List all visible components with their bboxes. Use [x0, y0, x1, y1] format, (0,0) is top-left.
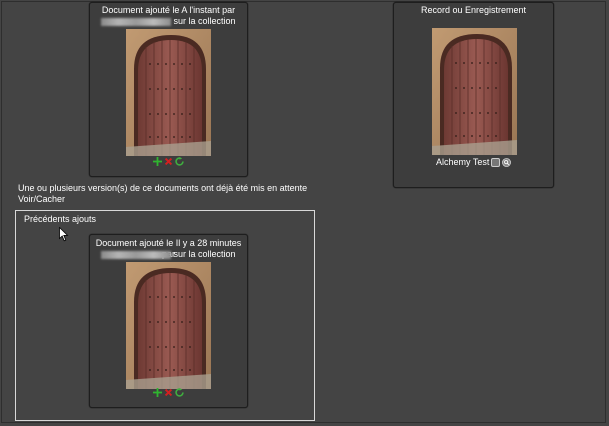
record-title: Record ou Enregistrement	[420, 5, 527, 15]
add-icon[interactable]	[153, 157, 162, 166]
previous-additions-title: Précédents ajouts	[24, 214, 97, 224]
redacted-user	[101, 17, 172, 26]
pending-notice: Une ou plusieurs version(s) de ce docume…	[18, 183, 308, 193]
zoom-icon[interactable]	[502, 157, 512, 167]
delete-icon[interactable]	[164, 388, 173, 397]
record-card: Record ou Enregistrement Alchemy Test	[393, 2, 554, 188]
toggle-link[interactable]: Voir/Cacher	[18, 194, 65, 205]
previous-document-card: Document ajouté le Il y a 28 minutes par…	[89, 234, 248, 408]
record-label: Alchemy Test	[436, 157, 490, 167]
refresh-icon[interactable]	[175, 388, 184, 397]
record-thumbnail[interactable]	[432, 28, 517, 155]
document-thumbnail[interactable]	[126, 262, 211, 389]
info-icon[interactable]	[491, 157, 501, 167]
mouse-cursor-icon	[59, 227, 69, 242]
card-caption-line2: sur la collection	[90, 249, 247, 260]
document-thumbnail[interactable]	[126, 29, 211, 156]
add-icon[interactable]	[153, 388, 162, 397]
refresh-icon[interactable]	[175, 157, 184, 166]
redacted-user	[101, 250, 172, 259]
delete-icon[interactable]	[164, 157, 173, 166]
card-caption: Document ajouté le A l'instant par	[101, 5, 236, 15]
document-card: Document ajouté le A l'instant par sur l…	[89, 2, 248, 177]
card-caption-line2: sur la collection	[90, 16, 247, 27]
